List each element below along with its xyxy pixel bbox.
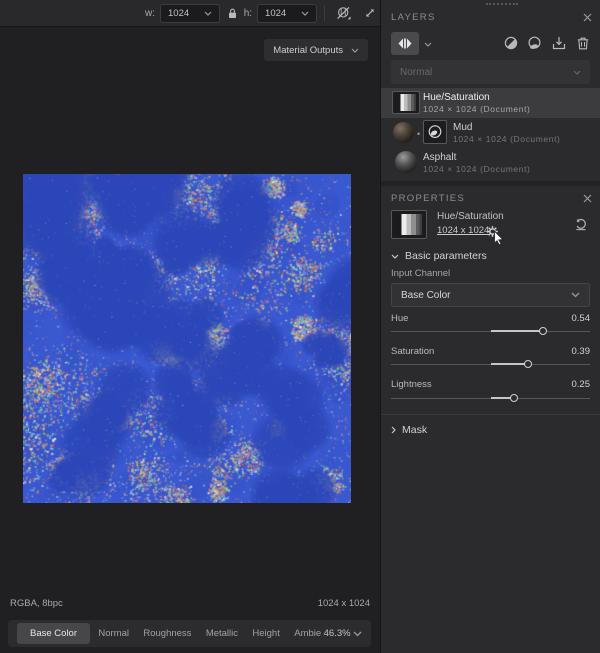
viewport[interactable]: Material Outputs RGBA, 8bpc 1024 x 1024 … [0,27,380,653]
properties-panel-title: PROPERTIES [391,193,465,204]
saturation-value: 0.39 [572,346,591,359]
height-value: 1024 [265,8,286,19]
zoom-level[interactable]: 46.3% [324,628,351,639]
input-channel-label: Input Channel [391,268,450,279]
link-dot: • [417,129,420,139]
chevron-down-icon [301,11,309,16]
top-toolbar: w: 1024 h: 1024 [0,0,380,27]
adjustment-thumbnail [391,210,427,239]
panel-drag-handle[interactable] [486,3,518,5]
basic-parameters-section-header[interactable]: Basic parameters [391,250,487,262]
layer-info: 1024 × 1024 (Document) [453,134,560,144]
app-window: w: 1024 h: 1024 Material Outpu [0,0,600,653]
right-panel: LAYERS [380,0,600,653]
saturation-param-row: Saturation 0.39 [391,346,590,359]
channel-tab-base-color[interactable]: Base Color [17,623,90,644]
properties-layer-name: Hue/Saturation [437,211,504,222]
channel-tab-metallic[interactable]: Metallic [200,623,244,644]
lock-aspect-icon[interactable] [222,3,241,23]
material-preview-icon[interactable] [334,3,353,23]
chevron-down-icon [351,48,359,53]
toolbar-divider [324,5,325,21]
lightness-slider[interactable] [391,393,590,405]
properties-layer-summary: Hue/Saturation 1024 x 1024 [391,210,592,242]
channel-tab-normal[interactable]: Normal [92,623,135,644]
material-outputs-dropdown[interactable]: Material Outputs [264,39,368,61]
height-label: h: [244,8,252,19]
lightness-value: 0.25 [572,379,591,392]
reset-icon[interactable] [574,218,588,236]
blend-mode-select[interactable]: Normal [391,60,590,84]
hue-slider[interactable] [391,326,590,338]
channel-tab-ambient[interactable]: Ambient [288,623,321,644]
material-sphere-thumbnail [395,151,417,173]
expand-icon[interactable] [361,3,380,23]
mask-label: Mask [402,424,427,436]
height-select[interactable]: 1024 [257,4,317,23]
layer-info: 1024 × 1024 (Document) [423,164,530,174]
basic-parameters-label: Basic parameters [405,250,487,262]
hue-value: 0.54 [572,313,591,326]
layers-panel-title: LAYERS [391,12,436,23]
material-sphere-thumbnail [393,122,414,143]
lightness-label: Lightness [391,379,432,392]
add-adjustment-icon[interactable] [503,35,518,51]
layer-name: Hue/Saturation [423,92,490,103]
layer-name: Asphalt [423,152,456,163]
hue-label: Hue [391,313,408,326]
close-icon[interactable] [583,13,592,22]
channel-tab-height[interactable]: Height [246,623,285,644]
size-status: 1024 x 1024 [318,598,370,614]
add-effect-icon[interactable] [527,35,542,51]
filter-icon [427,124,443,140]
slider-handle[interactable] [510,394,518,402]
filter-thumbnail [423,120,447,144]
chevron-right-icon [391,426,396,434]
layer-row-hue-saturation[interactable]: Hue/Saturation 1024 × 1024 (Document) [381,88,600,118]
slider-handle[interactable] [539,327,547,335]
properties-layer-size-link[interactable]: 1024 x 1024 [437,225,489,236]
channel-tab-bar: Base Color Normal Roughness Metallic Hei… [8,620,371,647]
layers-toolbar [391,30,590,56]
status-bar: RGBA, 8bpc 1024 x 1024 [0,598,380,614]
texture-canvas[interactable] [23,174,351,503]
section-separator [381,414,600,415]
chevron-down-icon[interactable] [424,34,432,52]
gear-icon[interactable] [487,224,498,242]
saturation-slider[interactable] [391,359,590,371]
channel-tab-roughness[interactable]: Roughness [137,623,197,644]
panel-divider [381,181,600,186]
input-channel-value: Base Color [401,290,450,301]
canvas-area: w: 1024 h: 1024 Material Outpu [0,0,380,653]
layer-row-asphalt[interactable]: Asphalt 1024 × 1024 (Document) [381,148,600,178]
input-channel-select[interactable]: Base Color [391,283,590,307]
format-status: RGBA, 8bpc [10,598,63,614]
split-view-button[interactable] [391,32,419,55]
width-label: w: [145,8,155,19]
saturation-label: Saturation [391,346,434,359]
chevron-down-icon [573,70,581,75]
layer-info: 1024 × 1024 (Document) [423,104,530,114]
properties-panel-header: PROPERTIES [391,191,592,205]
layer-row-mud[interactable]: • Mud 1024 × 1024 (Document) [381,118,600,148]
layers-panel-header: LAYERS [391,10,592,24]
chevron-down-icon [391,254,399,259]
chevron-down-icon[interactable] [353,631,362,637]
delete-layer-icon[interactable] [575,35,590,51]
mask-section-header[interactable]: Mask [391,424,427,436]
import-resource-icon[interactable] [551,35,566,51]
width-value: 1024 [168,8,189,19]
hue-param-row: Hue 0.54 [391,313,590,326]
chevron-down-icon [571,292,580,298]
adjustment-thumbnail [392,91,420,114]
slider-handle[interactable] [524,360,532,368]
lightness-param-row: Lightness 0.25 [391,379,590,392]
close-icon[interactable] [583,194,592,203]
material-outputs-label: Material Outputs [273,45,343,56]
blend-mode-value: Normal [400,67,432,78]
layer-name: Mud [453,122,472,133]
width-select[interactable]: 1024 [160,4,220,23]
chevron-down-icon [204,11,212,16]
